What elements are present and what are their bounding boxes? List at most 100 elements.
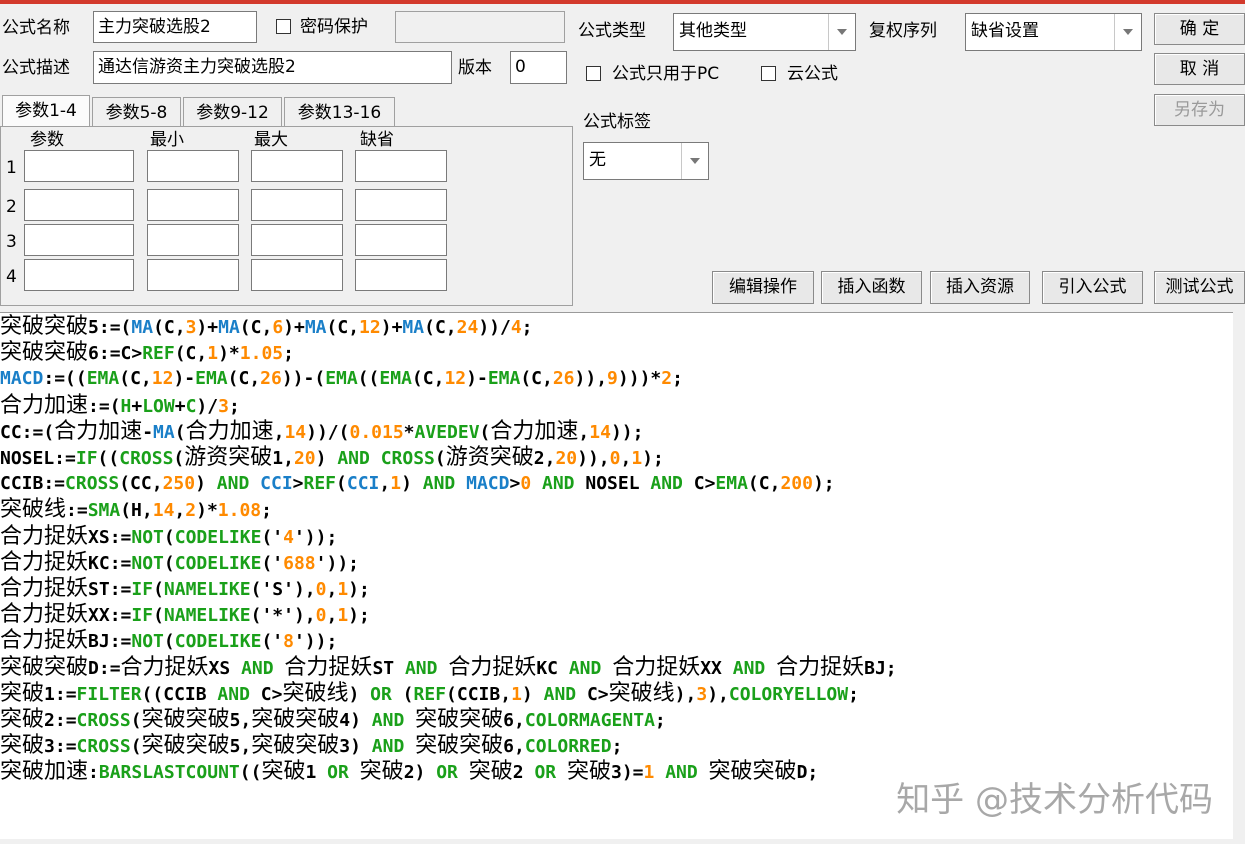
code-token: (CCIB, (446, 683, 512, 705)
cloud-label: 云公式 (787, 64, 838, 84)
param-default-input[interactable] (355, 259, 447, 291)
insert-function-button[interactable]: 插入函数 (821, 271, 922, 304)
code-token: 20 (555, 448, 578, 469)
code-token: 突破突破 (141, 707, 230, 732)
code-token: (C, (411, 368, 445, 390)
param-name-input[interactable] (24, 224, 134, 256)
param-min-input[interactable] (147, 259, 239, 291)
code-token: AND (568, 657, 602, 679)
code-line[interactable]: 突破线:=SMA(H,14,2)*1.08; (0, 497, 272, 523)
code-token: BARSLASTCOUNT (98, 762, 240, 784)
code-token: := (66, 500, 88, 522)
code-token: 0 (315, 605, 327, 627)
tab-params-13-16[interactable]: 参数13-16 (284, 97, 395, 127)
chevron-down-icon[interactable] (1114, 14, 1141, 50)
code-line[interactable]: 突破加速:BARSLASTCOUNT((突破1 OR 突破2) OR 突破2 O… (0, 759, 818, 785)
code-line[interactable]: 突破2:=CROSS(突破突破5,突破突破4) AND 突破突破6,COLORM… (0, 707, 666, 733)
editor-scrollbar[interactable] (1233, 312, 1245, 838)
tag-select[interactable]: 无 (583, 142, 709, 180)
param-min-input[interactable] (147, 224, 239, 256)
param-min-input[interactable] (147, 150, 239, 182)
param-name-input[interactable] (24, 150, 134, 182)
code-line[interactable]: MACD:=((EMA(C,12)-EMA(C,26))-(EMA((EMA(C… (0, 366, 683, 392)
code-token: 20 (293, 448, 316, 469)
code-token: (( (239, 762, 262, 784)
formula-type-select[interactable]: 其他类型 (673, 13, 856, 51)
code-line[interactable]: CC:=(合力加速-MA(合力加速,14))/(0.015*AVEDEV(合力加… (0, 419, 643, 445)
tab-params-5-8[interactable]: 参数5-8 (92, 97, 181, 127)
code-token: 1.05 (239, 343, 284, 365)
code-line[interactable]: 合力捉妖XX:=IF(NAMELIKE('*'),0,1); (0, 602, 370, 628)
edit-ops-button[interactable]: 编辑操作 (712, 271, 814, 304)
code-token: )* (218, 343, 240, 365)
code-line[interactable]: 合力捉妖KC:=NOT(CODELIKE('688')); (0, 550, 359, 576)
code-token: (' (261, 552, 284, 574)
code-token: 14 (284, 421, 307, 443)
code-token: )), (577, 448, 610, 469)
code-token: 游资突破 (184, 445, 273, 470)
param-default-input[interactable] (355, 224, 447, 256)
code-line[interactable]: NOSEL:=IF((CROSS(游资突破1,20) AND CROSS(游资突… (0, 445, 664, 471)
tab-params-1-4[interactable]: 参数1-4 (2, 95, 90, 128)
code-line[interactable]: 突破突破6:=C>REF(C,1)*1.05; (0, 340, 294, 366)
code-token: 合力捉妖 (612, 654, 701, 680)
code-line[interactable]: 突破突破D:=合力捉妖XS AND 合力捉妖ST AND 合力捉妖KC AND … (0, 655, 897, 681)
code-token: 突破突破 (0, 340, 89, 366)
formula-name-input[interactable]: 主力突破选股2 (93, 11, 257, 43)
pc-only-checkbox[interactable] (586, 66, 601, 81)
code-token: ))/ (478, 317, 511, 338)
code-line[interactable]: 合力加速:=(H+LOW+C)/3; (0, 393, 240, 419)
code-token: ( (391, 683, 414, 705)
code-token: CROSS (380, 448, 435, 469)
chevron-down-icon[interactable] (828, 14, 855, 50)
test-formula-button[interactable]: 测试公式 (1154, 271, 1245, 304)
code-token: IF (131, 605, 154, 627)
code-token: 突破突破 (141, 733, 230, 759)
param-max-input[interactable] (251, 150, 343, 182)
param-min-input[interactable] (147, 189, 239, 221)
param-max-input[interactable] (251, 189, 343, 221)
code-token: NOSEL:= (0, 448, 76, 469)
code-token: )); (610, 421, 644, 443)
code-token: MACD (0, 368, 44, 390)
code-token: 合力加速 (0, 392, 89, 418)
code-editor[interactable]: 突破突破5:=(MA(C,3)+MA(C,6)+MA(C,12)+MA(C,24… (0, 312, 1233, 839)
rights-select[interactable]: 缺省设置 (965, 13, 1142, 51)
param-max-input[interactable] (251, 259, 343, 291)
code-token: 合力捉妖 (0, 628, 89, 654)
code-token: ) (521, 683, 544, 705)
code-token: (( (357, 368, 380, 390)
cancel-button[interactable]: 取 消 (1154, 53, 1245, 85)
cloud-checkbox[interactable] (761, 66, 776, 81)
code-line[interactable]: 突破1:=FILTER((CCIB AND C>突破线) OR (REF(CCI… (0, 681, 859, 707)
param-default-input[interactable] (355, 189, 447, 221)
chevron-down-icon[interactable] (681, 143, 708, 179)
code-token: AND (422, 473, 456, 495)
code-line[interactable]: 突破3:=CROSS(突破突破5,突破突破3) AND 突破突破6,COLORR… (0, 733, 622, 759)
code-token: 3)= (610, 762, 644, 784)
code-token: 250 (162, 473, 196, 495)
code-token: 688 (283, 552, 316, 574)
insert-resource-button[interactable]: 插入资源 (930, 271, 1030, 304)
import-formula-button[interactable]: 引入公式 (1042, 271, 1143, 304)
version-input[interactable]: 0 (510, 51, 567, 84)
code-line[interactable]: 合力捉妖BJ:=NOT(CODELIKE('8')); (0, 628, 337, 654)
param-name-input[interactable] (24, 259, 134, 291)
code-line[interactable]: 合力捉妖ST:=IF(NAMELIKE('S'),0,1); (0, 576, 370, 602)
code-token: 12 (359, 317, 381, 338)
code-token: + (174, 395, 186, 417)
code-line[interactable]: CCIB:=CROSS(CC,250) AND CCI>REF(CCI,1) A… (0, 471, 835, 497)
code-token: AND (241, 657, 274, 679)
code-line[interactable]: 突破突破5:=(MA(C,3)+MA(C,6)+MA(C,12)+MA(C,24… (0, 314, 533, 340)
code-token: 1 (390, 473, 402, 495)
code-line[interactable]: 合力捉妖XS:=NOT(CODELIKE('4')); (0, 524, 337, 550)
ok-button[interactable]: 确 定 (1154, 13, 1245, 45)
code-token: REF (142, 343, 175, 365)
param-default-input[interactable] (355, 150, 447, 182)
param-name-input[interactable] (24, 189, 134, 221)
formula-desc-input[interactable]: 通达信游资主力突破选股2 (93, 51, 452, 84)
password-checkbox[interactable] (276, 19, 291, 34)
code-token: MA (218, 317, 240, 338)
tab-params-9-12[interactable]: 参数9-12 (183, 97, 282, 127)
param-max-input[interactable] (251, 224, 343, 256)
